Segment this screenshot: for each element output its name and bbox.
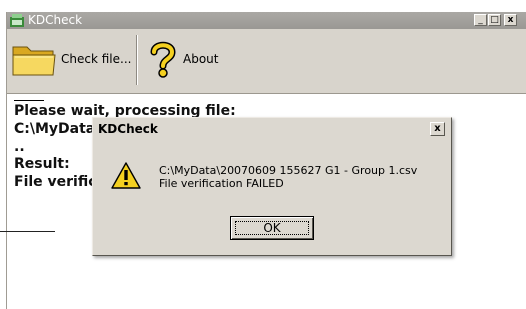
check-file-label: Check file... — [61, 52, 132, 66]
warning-icon — [111, 162, 141, 189]
about-label: About — [183, 52, 219, 66]
ok-label: OK — [263, 221, 281, 235]
minimize-button[interactable]: _ — [474, 14, 487, 26]
toolbar: Check file... About — [7, 31, 526, 94]
folder-icon — [12, 46, 56, 76]
dash-rule — [14, 100, 44, 101]
dialog-close-button[interactable]: x — [430, 122, 445, 136]
help-icon — [150, 41, 176, 78]
output-line-progress: .. — [14, 139, 25, 155]
check-file-button[interactable]: Check file... — [11, 37, 131, 81]
title-bar[interactable]: KDCheck _ □ x — [7, 12, 526, 29]
output-line-result-label: Result: — [14, 156, 70, 172]
close-button[interactable]: x — [504, 14, 517, 26]
ok-button[interactable]: OK — [230, 216, 314, 240]
about-button[interactable]: About — [145, 37, 218, 81]
dialog-title-bar[interactable]: KDCheck x — [95, 120, 449, 138]
window-title: KDCheck — [28, 13, 83, 27]
callout-line — [0, 231, 55, 232]
dialog-message-path: C:\MyData\20070609 155627 G1 - Group 1.c… — [159, 164, 418, 177]
dialog-message-result: File verification FAILED — [159, 177, 284, 190]
dialog-title: KDCheck — [98, 122, 158, 136]
toolbar-separator — [136, 35, 138, 85]
app-icon — [10, 14, 24, 27]
maximize-button[interactable]: □ — [488, 14, 501, 26]
message-dialog: KDCheck x C:\MyData\20070609 155627 G1 -… — [92, 117, 452, 256]
